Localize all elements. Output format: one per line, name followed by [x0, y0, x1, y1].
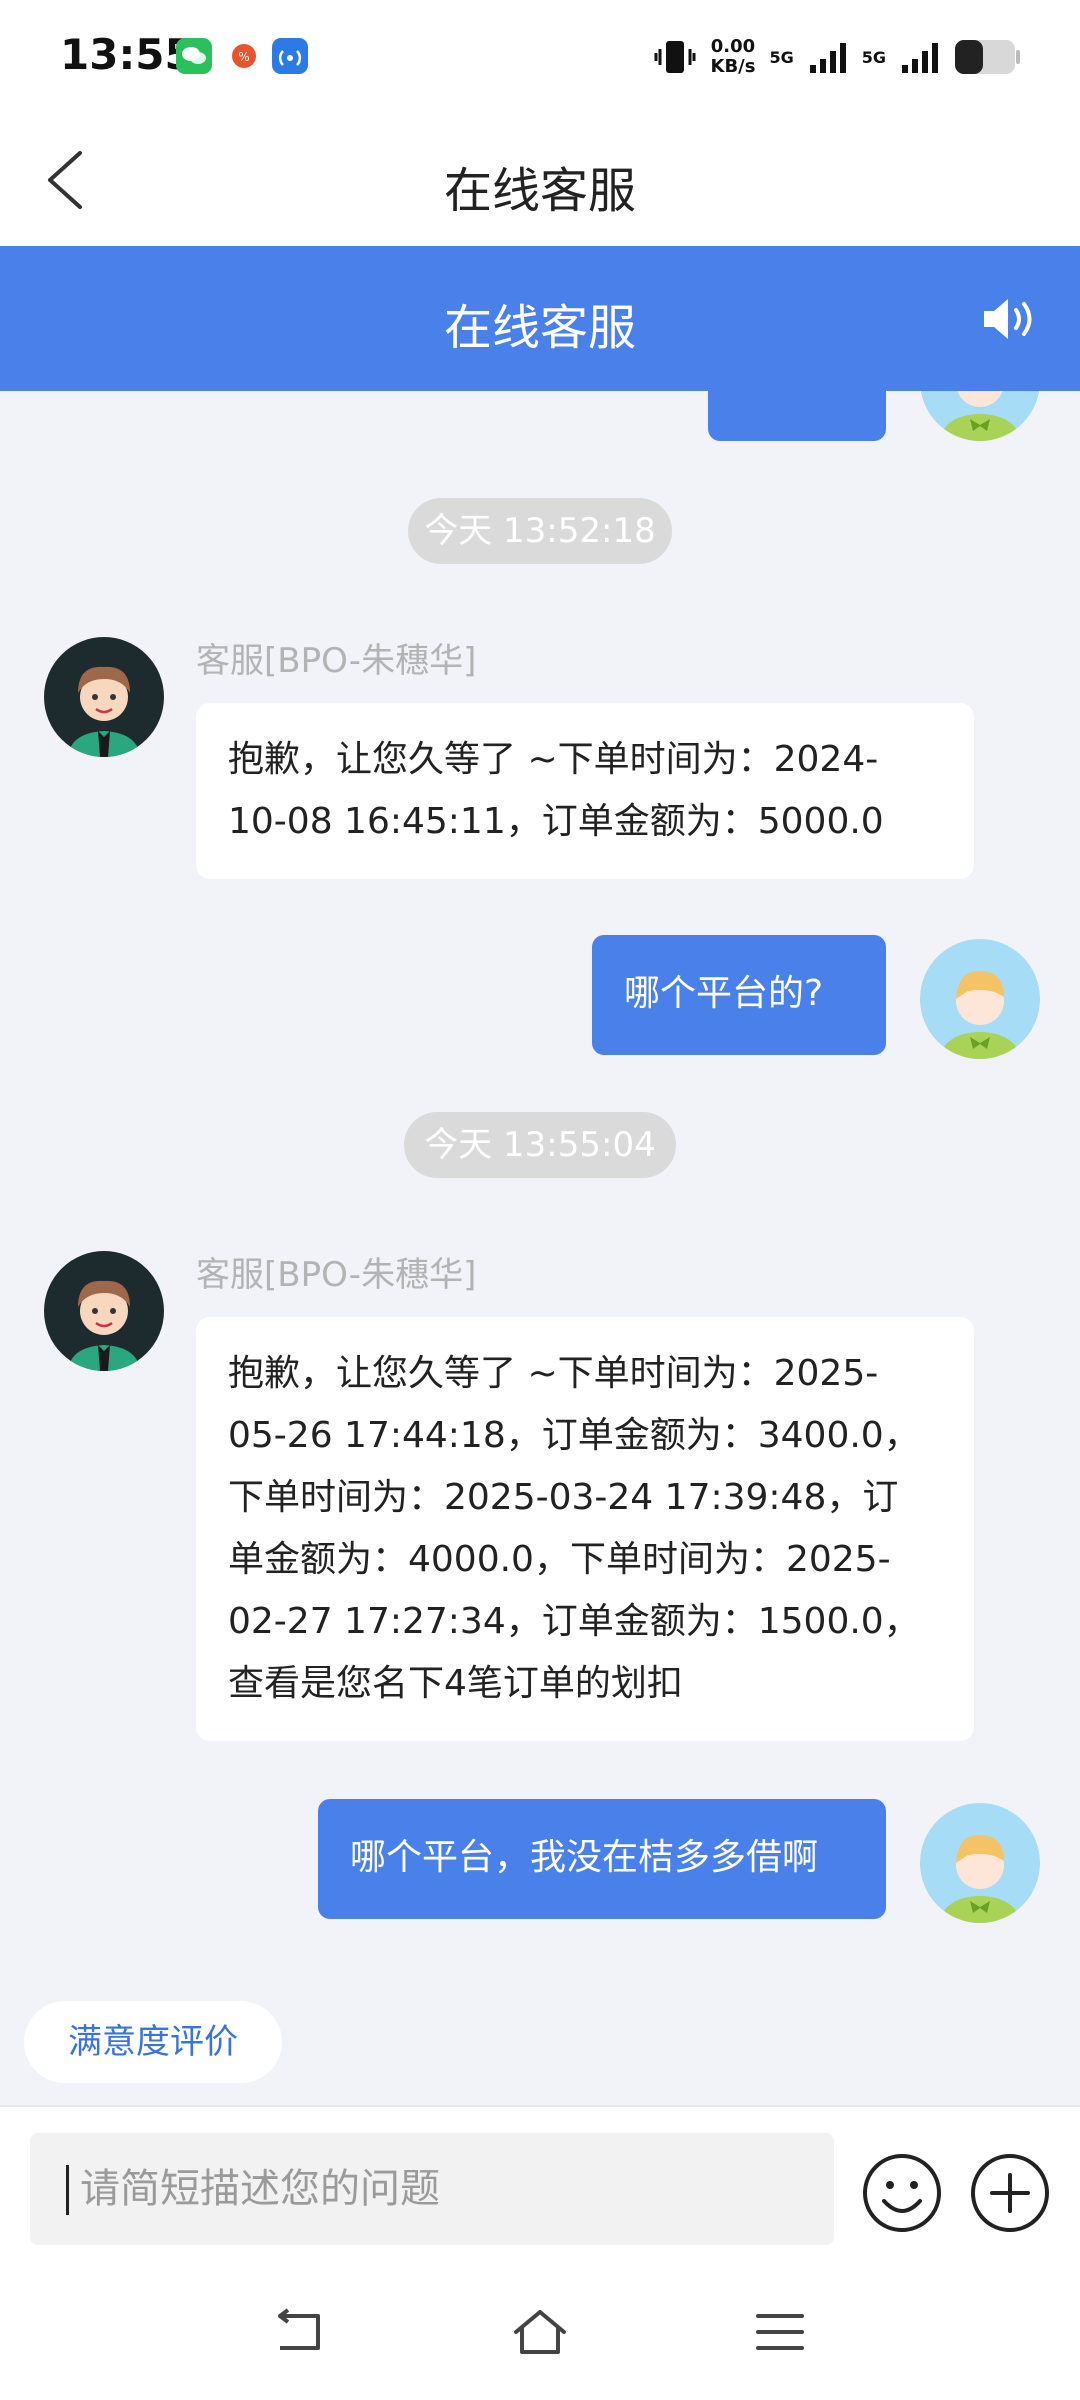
status-bar: 13:55 % 0.00 KB/s 5G 5G [0, 0, 1080, 115]
home-icon [514, 2310, 566, 2354]
chat-header-title: 在线客服 [443, 300, 636, 356]
sim1-network-label: 5G [769, 47, 794, 67]
timestamp: 今天 13:52:18 [408, 498, 672, 564]
page-title: 在线客服 [443, 163, 636, 219]
sim2-network-label: 5G [861, 47, 886, 67]
signal-icon [809, 43, 846, 73]
speaker-button[interactable] [980, 294, 1036, 344]
status-time: 13:55 [60, 30, 194, 79]
plus-circle-icon [971, 2154, 1049, 2232]
app-notification-icon: % [226, 38, 262, 74]
user-avatar [920, 939, 1040, 1059]
user-avatar [920, 1803, 1040, 1923]
svg-text:%: % [238, 50, 249, 64]
menu-icon [756, 2314, 804, 2350]
message-line: 抱歉，让您久等了 ~下单时间为：2024- [228, 739, 879, 780]
net-speed-value: 0.00 [710, 36, 756, 57]
previous-user-bubble [708, 391, 886, 441]
signal-icon [902, 43, 938, 73]
message-line: 抱歉，让您久等了 ~下单时间为：2025- [228, 1353, 879, 1394]
message-line: 下单时间为：2025-03-24 17:39:48，订 [228, 1477, 899, 1518]
message-input[interactable]: 请简短描述您的问题 [30, 2133, 834, 2245]
input-bar: 请简短描述您的问题 [0, 2105, 1080, 2262]
message-line: 05-26 17:44:18，订单金额为：3400.0， [228, 1415, 920, 1456]
wechat-icon [176, 38, 212, 74]
nav-home-button[interactable] [512, 2308, 568, 2356]
back-arrow-icon [278, 2308, 320, 2350]
message-line: 单金额为：4000.0，下单时间为：2025- [228, 1539, 891, 1580]
chat-header: 在线客服 [0, 246, 1080, 391]
vibrate-icon [654, 41, 695, 73]
chat-area[interactable]: 今天 13:52:18 客服[BPO-朱穗华] 抱歉，让您久等了 ~下单时间为：… [0, 391, 1080, 2105]
net-speed-unit: KB/s [710, 56, 756, 77]
message-line: 02-27 17:27:34，订单金额为：1500.0， [228, 1601, 920, 1642]
emoji-button[interactable] [860, 2151, 944, 2235]
agent-message-bubble: 抱歉，让您久等了 ~下单时间为：2024- 10-08 16:45:11，订单金… [196, 703, 974, 879]
user-message-bubble: 哪个平台的? [592, 935, 886, 1055]
agent-name: 客服[BPO-朱穗华] [196, 641, 477, 681]
user-message-bubble: 哪个平台，我没在桔多多借啊 [318, 1799, 886, 1919]
message-line: 查看是您名下4笔订单的划扣 [228, 1663, 683, 1704]
battery-icon [955, 40, 1020, 74]
timestamp: 今天 13:55:04 [404, 1112, 676, 1178]
more-options-button[interactable] [968, 2151, 1052, 2235]
hotspot-icon [272, 38, 308, 74]
message-line: 10-08 16:45:11，订单金额为：5000.0 [228, 801, 884, 842]
smiley-icon [863, 2154, 941, 2232]
speaker-icon [984, 299, 1032, 339]
agent-message-bubble: 抱歉，让您久等了 ~下单时间为：2025- 05-26 17:44:18，订单金… [196, 1317, 974, 1741]
system-nav-bar [0, 2260, 1080, 2400]
agent-avatar [44, 1251, 164, 1371]
satisfaction-rating-button[interactable]: 满意度评价 [24, 2001, 282, 2083]
agent-avatar [44, 637, 164, 757]
agent-name: 客服[BPO-朱穗华] [196, 1255, 477, 1295]
user-avatar [920, 391, 1040, 441]
title-bar: 在线客服 [0, 115, 1080, 246]
nav-menu-button[interactable] [752, 2308, 808, 2356]
text-caret [66, 2165, 69, 2215]
nav-back-button[interactable] [272, 2308, 328, 2356]
